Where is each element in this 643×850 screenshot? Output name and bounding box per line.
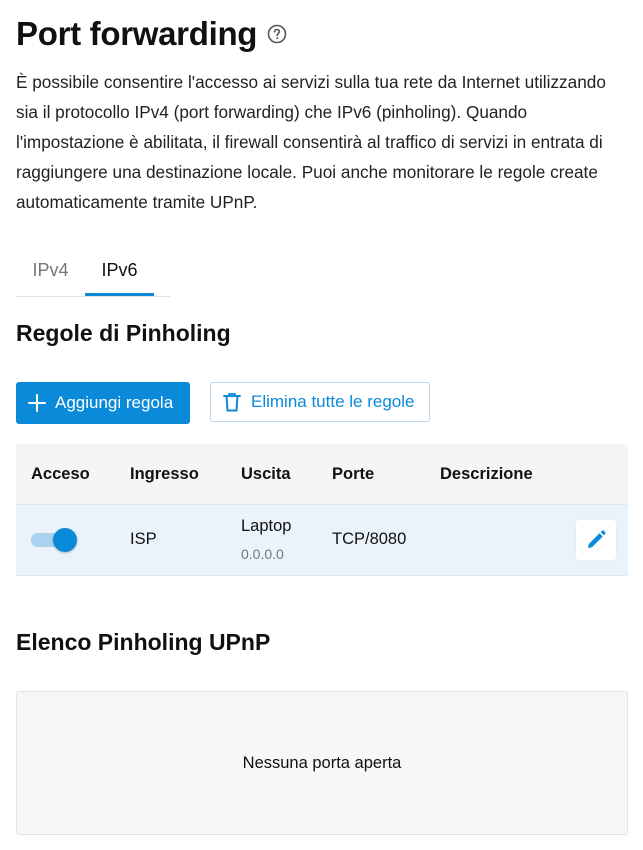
column-header-egress: Uscita <box>241 465 291 483</box>
rules-section-title: Regole di Pinholing <box>16 320 231 346</box>
rule-ports: TCP/8080 <box>332 530 407 548</box>
tab-ipv6[interactable]: IPv6 <box>85 252 154 296</box>
column-header-ports: Porte <box>332 465 375 483</box>
add-rule-button[interactable]: Aggiungi regola <box>16 382 190 424</box>
delete-all-rules-button[interactable]: Elimina tutte le regole <box>210 382 430 422</box>
rule-egress-name: Laptop <box>241 517 292 535</box>
column-header-enabled: Acceso <box>31 465 90 483</box>
rule-ingress: ISP <box>130 530 157 548</box>
tab-ipv4[interactable]: IPv4 <box>16 252 85 295</box>
plus-icon <box>27 393 47 413</box>
delete-all-rules-label: Elimina tutte le regole <box>251 392 415 411</box>
page-description: È possibile consentire l'accesso ai serv… <box>16 72 606 212</box>
ip-version-tabs: IPv4 IPv6 <box>16 252 170 297</box>
trash-icon <box>223 392 241 412</box>
empty-state-message: Nessuna porta aperta <box>242 753 402 772</box>
title-row: Port forwarding <box>16 14 287 54</box>
rule-enabled-toggle[interactable] <box>31 528 79 552</box>
pinholing-rules-table: Acceso Ingresso Uscita Porte Descrizione… <box>16 444 628 576</box>
table-header: Acceso Ingresso Uscita Porte Descrizione <box>16 444 628 504</box>
pencil-icon <box>585 529 607 551</box>
upnp-section-title: Elenco Pinholing UPnP <box>16 629 271 655</box>
edit-rule-button[interactable] <box>576 520 616 560</box>
table-row: ISP Laptop 0.0.0.0 TCP/8080 <box>16 504 628 576</box>
rule-egress-address: 0.0.0.0 <box>241 546 284 562</box>
column-header-ingress: Ingresso <box>130 465 199 483</box>
help-circle-icon[interactable] <box>267 24 287 44</box>
add-rule-label: Aggiungi regola <box>55 393 174 412</box>
column-header-description: Descrizione <box>440 465 533 483</box>
page-title: Port forwarding <box>16 15 258 52</box>
toggle-knob <box>53 528 77 552</box>
upnp-empty-state: Nessuna porta aperta <box>16 691 628 835</box>
